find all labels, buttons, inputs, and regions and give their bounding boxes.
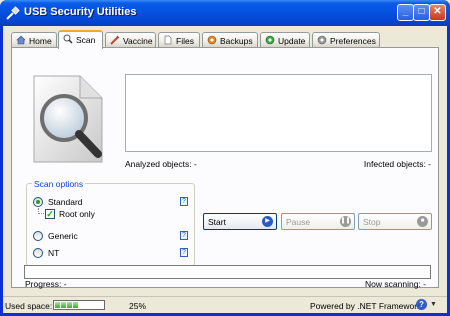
tab-update[interactable]: Update	[260, 32, 310, 48]
home-icon	[16, 35, 26, 45]
infected-objects-label: Infected objects: -	[363, 159, 431, 169]
tab-label: Files	[176, 36, 194, 46]
standard-radio[interactable]	[33, 197, 43, 207]
pause-label: Pause	[286, 217, 311, 227]
used-space-meter	[53, 300, 105, 310]
used-space-value: 25%	[129, 301, 147, 311]
meter-segment	[73, 302, 78, 308]
nt-radio[interactable]	[33, 248, 43, 258]
gear-icon	[317, 35, 327, 45]
progress-label: Progress: -	[25, 279, 67, 289]
app-window: USB Security Utilities _ □ ✕ Home Scan V…	[0, 0, 450, 316]
tab-vaccine[interactable]: Vaccine	[105, 32, 156, 48]
standard-help-icon[interactable]: ?	[180, 197, 188, 206]
tab-preferences[interactable]: Preferences	[312, 32, 380, 48]
tree-connector	[38, 208, 44, 214]
help-icon[interactable]: ?	[416, 299, 427, 310]
scan-progress-bar	[24, 265, 431, 279]
minimize-button[interactable]: _	[397, 4, 414, 21]
stop-icon: ■	[417, 216, 428, 227]
generic-label: Generic	[48, 231, 78, 241]
tab-label: Preferences	[330, 36, 376, 46]
stop-label: Stop	[363, 217, 381, 227]
pause-icon: ❚❚	[340, 216, 351, 227]
window-title: USB Security Utilities	[24, 6, 137, 18]
usb-icon	[6, 6, 20, 20]
generic-radio[interactable]	[33, 231, 43, 241]
used-space-label: Used space:	[5, 301, 53, 311]
scan-document-icon	[33, 75, 103, 163]
pause-button[interactable]: Pause ❚❚	[281, 213, 355, 230]
tab-label: Backups	[220, 36, 253, 46]
analyzed-objects-label: Analyzed objects: -	[125, 159, 197, 169]
scan-panel: Analyzed objects: - Infected objects: - …	[11, 47, 439, 289]
tab-backups[interactable]: Backups	[202, 32, 258, 48]
tab-label: Home	[29, 36, 52, 46]
globe-icon	[265, 35, 275, 45]
powered-by-label: Powered by .NET Framework	[310, 301, 422, 311]
generic-help-icon[interactable]: ?	[180, 231, 188, 240]
meter-segment	[55, 302, 60, 308]
maximize-button[interactable]: □	[413, 4, 430, 21]
tab-scan[interactable]: Scan	[58, 30, 103, 49]
root-only-label: Root only	[59, 209, 95, 219]
gear-icon	[207, 35, 217, 45]
meter-segment	[67, 302, 72, 308]
stop-button[interactable]: Stop ■	[358, 213, 432, 230]
scan-options-title: Scan options	[32, 179, 86, 189]
root-only-checkbox[interactable]: ✓	[45, 209, 55, 219]
start-label: Start	[208, 217, 226, 227]
meter-segment	[61, 302, 66, 308]
now-scanning-label: Now scanning: -	[365, 279, 426, 289]
nt-help-icon[interactable]: ?	[180, 248, 188, 257]
syringe-icon	[110, 35, 120, 45]
tab-label: Scan	[76, 35, 96, 45]
client-area: Home Scan Vaccine Files Backups Update P…	[3, 26, 447, 313]
scan-results-box[interactable]	[125, 74, 432, 152]
close-button[interactable]: ✕	[429, 4, 446, 21]
nt-label: NT	[48, 248, 60, 258]
tab-files[interactable]: Files	[158, 32, 200, 48]
status-bar: Used space: 25% Powered by .NET Framewor…	[3, 296, 447, 313]
chevron-down-icon[interactable]: ▼	[430, 301, 437, 308]
play-icon: ▶	[262, 216, 273, 227]
tab-label: Vaccine	[123, 36, 153, 46]
standard-label: Standard	[48, 197, 83, 207]
title-bar[interactable]: USB Security Utilities _ □ ✕	[0, 0, 450, 26]
file-icon	[164, 35, 172, 45]
magnifier-icon	[63, 34, 73, 44]
start-button[interactable]: Start ▶	[203, 213, 277, 230]
tab-label: Update	[278, 36, 306, 46]
tab-home[interactable]: Home	[11, 32, 57, 48]
